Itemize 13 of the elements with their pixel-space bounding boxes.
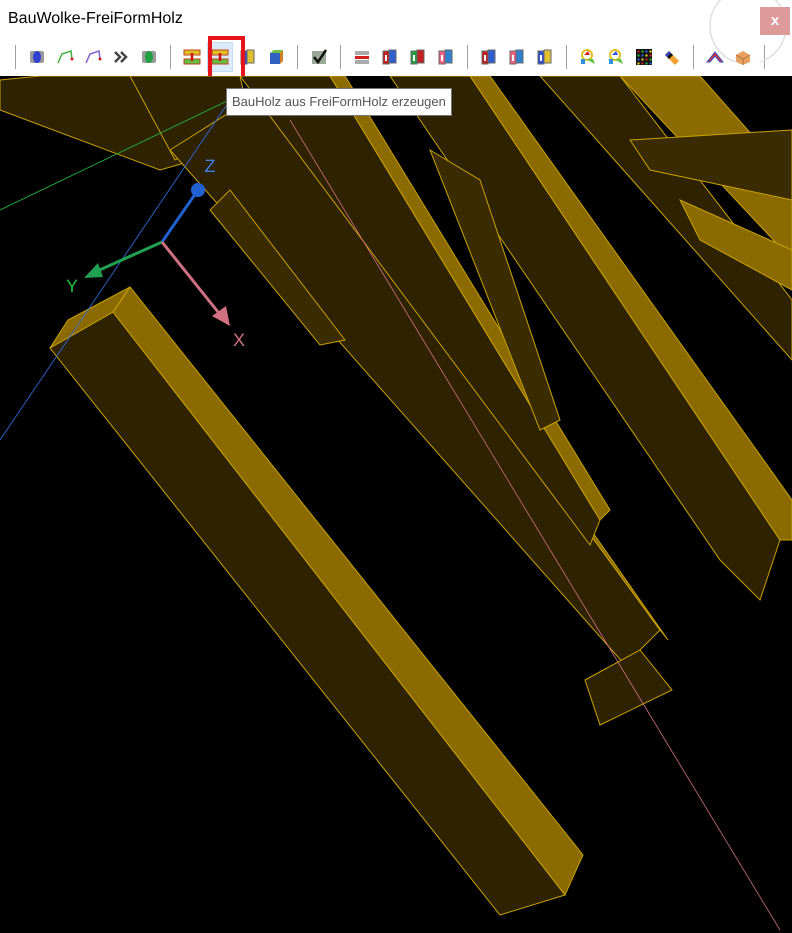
grid-icon — [634, 47, 654, 67]
paint-icon — [606, 47, 626, 67]
axis-label: X — [233, 330, 245, 350]
axis-gizmo-icon — [84, 183, 230, 326]
axis-label: Z — [204, 156, 216, 176]
close-button[interactable]: x — [760, 7, 790, 35]
check-icon — [309, 47, 329, 67]
tooltip: BauHolz aus FreiFormHolz erzeugen — [226, 88, 452, 116]
window-title: BauWolke-FreiFormHolz — [8, 9, 183, 29]
axis-label: Y — [66, 276, 78, 296]
paint-icon — [578, 47, 598, 67]
beam-split-icon — [210, 47, 230, 67]
beam-split-icon — [182, 47, 202, 67]
